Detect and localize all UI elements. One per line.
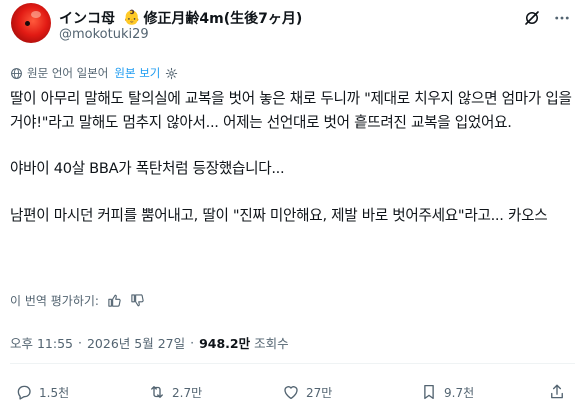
views-count: 948.2만 xyxy=(199,335,251,351)
heart-icon xyxy=(284,386,298,400)
divider xyxy=(10,363,575,364)
translation-source-label: 원문 언어 일본어 xyxy=(27,66,109,80)
repost-button[interactable]: 2.7만 xyxy=(148,382,202,402)
bookmark-icon xyxy=(424,384,434,400)
rate-translation-label: 이 번역 평가하기: xyxy=(10,293,99,308)
show-original-link[interactable]: 원본 보기 xyxy=(114,65,160,81)
thumbs-up-icon[interactable] xyxy=(107,293,122,308)
baby-face-icon: 👶 xyxy=(123,10,141,26)
user-handle[interactable]: @mokotuki29 xyxy=(59,27,149,42)
display-name[interactable]: インコ母 xyxy=(59,8,115,28)
tweet-meta: 오후 11:55 · 2026년 5월 27일 · 948.2만 조회수 xyxy=(10,333,289,351)
like-button[interactable]: 27만 xyxy=(282,382,332,402)
tweet-paragraph: 남편이 마시던 커피를 뿜어내고, 딸이 "진짜 미안해요, 제발 바로 벗어주… xyxy=(10,206,548,224)
avatar-highlight xyxy=(31,11,41,18)
repost-count: 2.7만 xyxy=(172,385,203,400)
bookmark-count: 9.7천 xyxy=(444,385,475,400)
bookmark-button[interactable]: 9.7천 xyxy=(420,382,474,402)
reply-icon xyxy=(17,385,31,400)
avatar[interactable] xyxy=(11,3,51,43)
share-icon xyxy=(551,384,563,399)
tweet-paragraph: 딸이 아무리 말해도 탈의실에 교복을 벗어 놓은 채로 두니까 "제대로 치우… xyxy=(10,90,572,131)
like-count: 27만 xyxy=(306,385,333,400)
avatar-eye xyxy=(25,21,30,26)
post-date[interactable]: 2026년 5월 27일 xyxy=(87,333,185,352)
more-options-icon[interactable] xyxy=(553,9,571,27)
reply-count: 1.5천 xyxy=(39,385,70,400)
meta-separator: · xyxy=(78,334,82,350)
post-time[interactable]: 오후 11:55 xyxy=(10,333,73,352)
tweet-text: 딸이 아무리 말해도 탈의실에 교복을 벗어 놓은 채로 두니까 "제대로 치우… xyxy=(10,87,582,227)
repost-icon xyxy=(151,386,163,398)
grok-icon[interactable] xyxy=(523,9,541,27)
reply-button[interactable]: 1.5천 xyxy=(15,382,69,402)
rate-translation: 이 번역 평가하기: xyxy=(10,290,145,310)
share-button[interactable] xyxy=(548,382,566,402)
globe-icon xyxy=(11,67,22,79)
display-name-suffix[interactable]: 修正月齢4m(生後7ヶ月) xyxy=(143,8,302,28)
author-name-row[interactable]: インコ母 👶 修正月齢4m(生後7ヶ月) xyxy=(59,7,302,29)
gear-icon[interactable] xyxy=(165,67,178,80)
views-label: 조회수 xyxy=(254,335,289,351)
translation-notice: 원문 언어 일본어 원본 보기 xyxy=(10,64,178,82)
meta-separator: · xyxy=(190,334,195,350)
tweet-paragraph: 야바이 40살 BBA가 폭탄처럼 등장했습니다... xyxy=(10,160,285,177)
thumbs-down-icon[interactable] xyxy=(130,293,145,308)
